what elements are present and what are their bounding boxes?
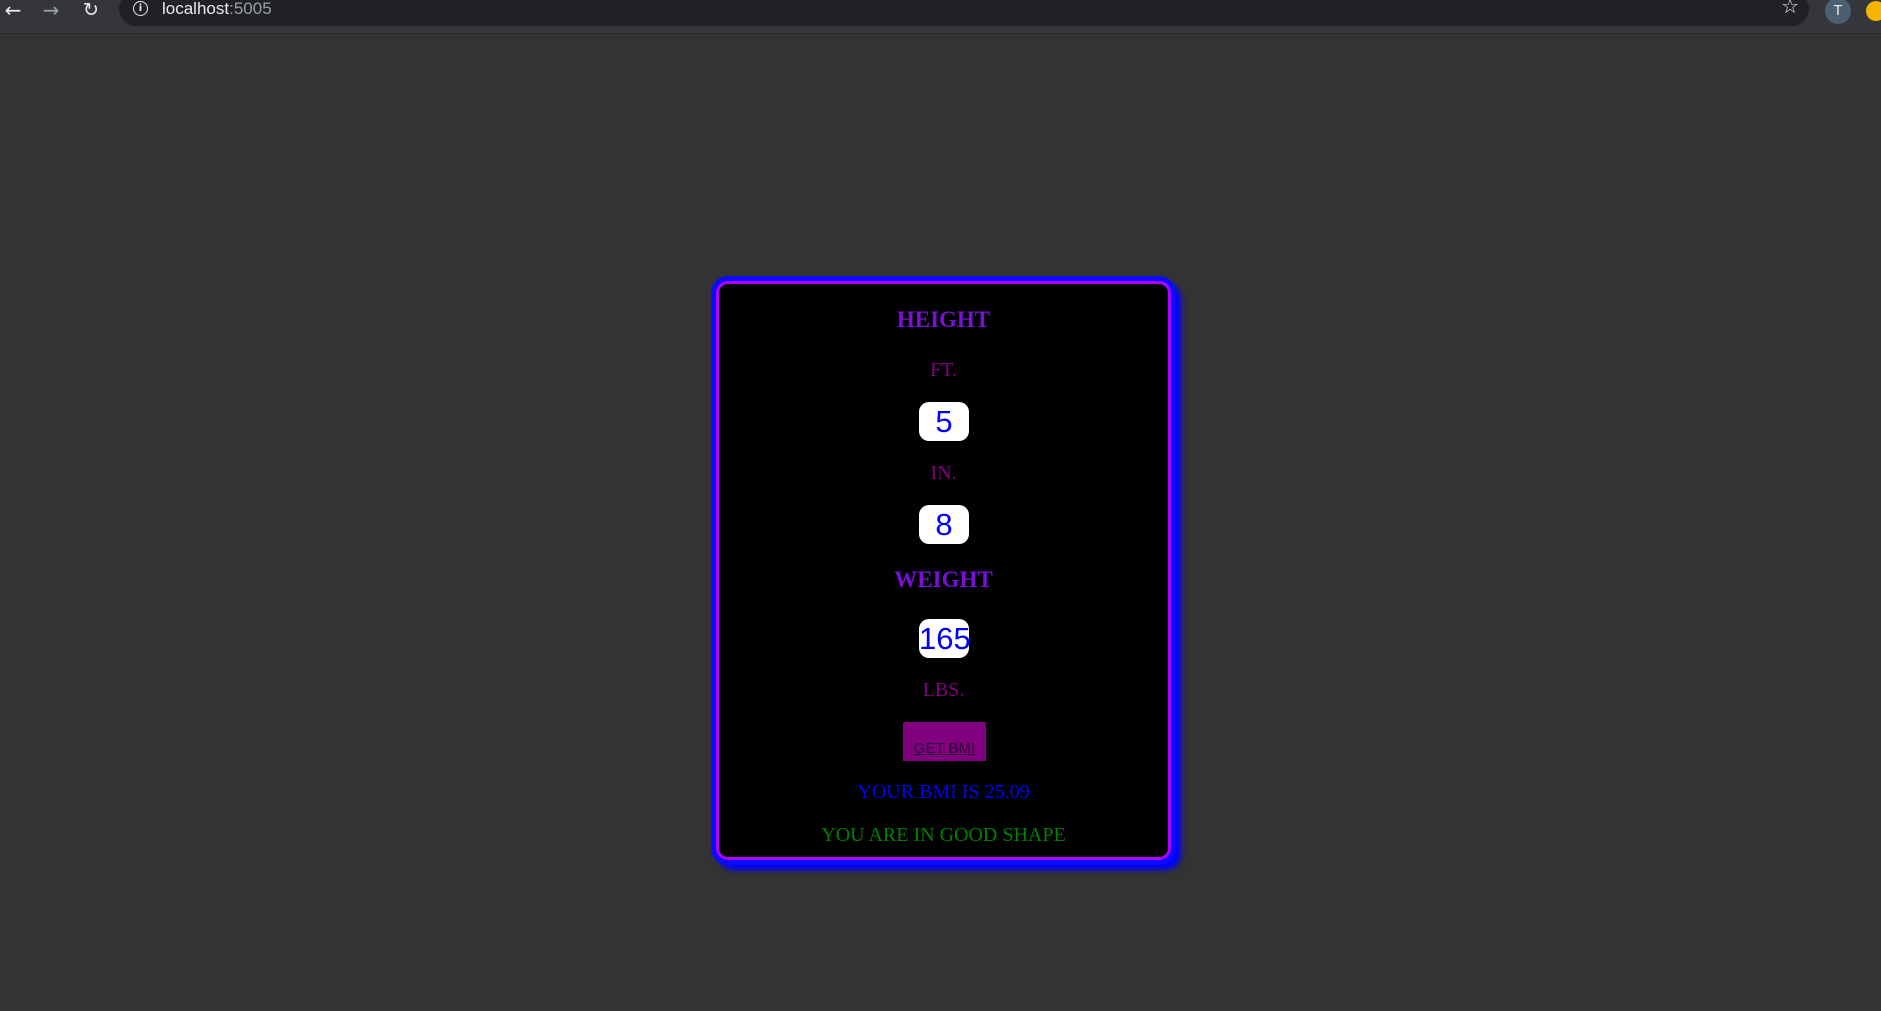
inches-input[interactable]: 8 bbox=[919, 505, 969, 544]
back-arrow-icon[interactable]: ← bbox=[0, 0, 28, 22]
feet-input[interactable]: 5 bbox=[919, 402, 969, 441]
height-heading: HEIGHT bbox=[896, 307, 991, 332]
url-port: :5005 bbox=[229, 0, 272, 18]
bmi-status-text: YOU ARE IN GOOD SHAPE bbox=[821, 824, 1066, 846]
bookmark-star-icon[interactable]: ☆ bbox=[1781, 0, 1799, 16]
profile-avatar[interactable]: T bbox=[1825, 0, 1851, 24]
reload-icon[interactable]: ↻ bbox=[76, 0, 106, 22]
forward-arrow-icon[interactable]: → bbox=[36, 0, 66, 22]
bmi-calculator-card: HEIGHT FT. 5 IN. 8 WEIGHT 165 LBS. GET B… bbox=[716, 281, 1171, 860]
extension-icon[interactable] bbox=[1866, 1, 1881, 21]
url-host: localhost bbox=[162, 0, 230, 18]
weight-input[interactable]: 165 bbox=[919, 619, 971, 658]
url-text[interactable]: localhost:5005 bbox=[162, 0, 272, 18]
pounds-label: LBS. bbox=[922, 679, 965, 701]
get-bmi-button[interactable]: GET BMI bbox=[903, 722, 986, 761]
inches-label: IN. bbox=[930, 462, 957, 484]
feet-label: FT. bbox=[930, 359, 957, 381]
browser-toolbar: ← → ↻ i localhost:5005 ☆ T bbox=[0, 0, 1881, 34]
address-bar[interactable]: i localhost:5005 ☆ bbox=[119, 0, 1809, 26]
bmi-result-text: YOUR BMI IS 25.09 bbox=[857, 781, 1030, 803]
site-info-icon[interactable]: i bbox=[133, 1, 148, 16]
weight-heading: WEIGHT bbox=[894, 567, 993, 592]
